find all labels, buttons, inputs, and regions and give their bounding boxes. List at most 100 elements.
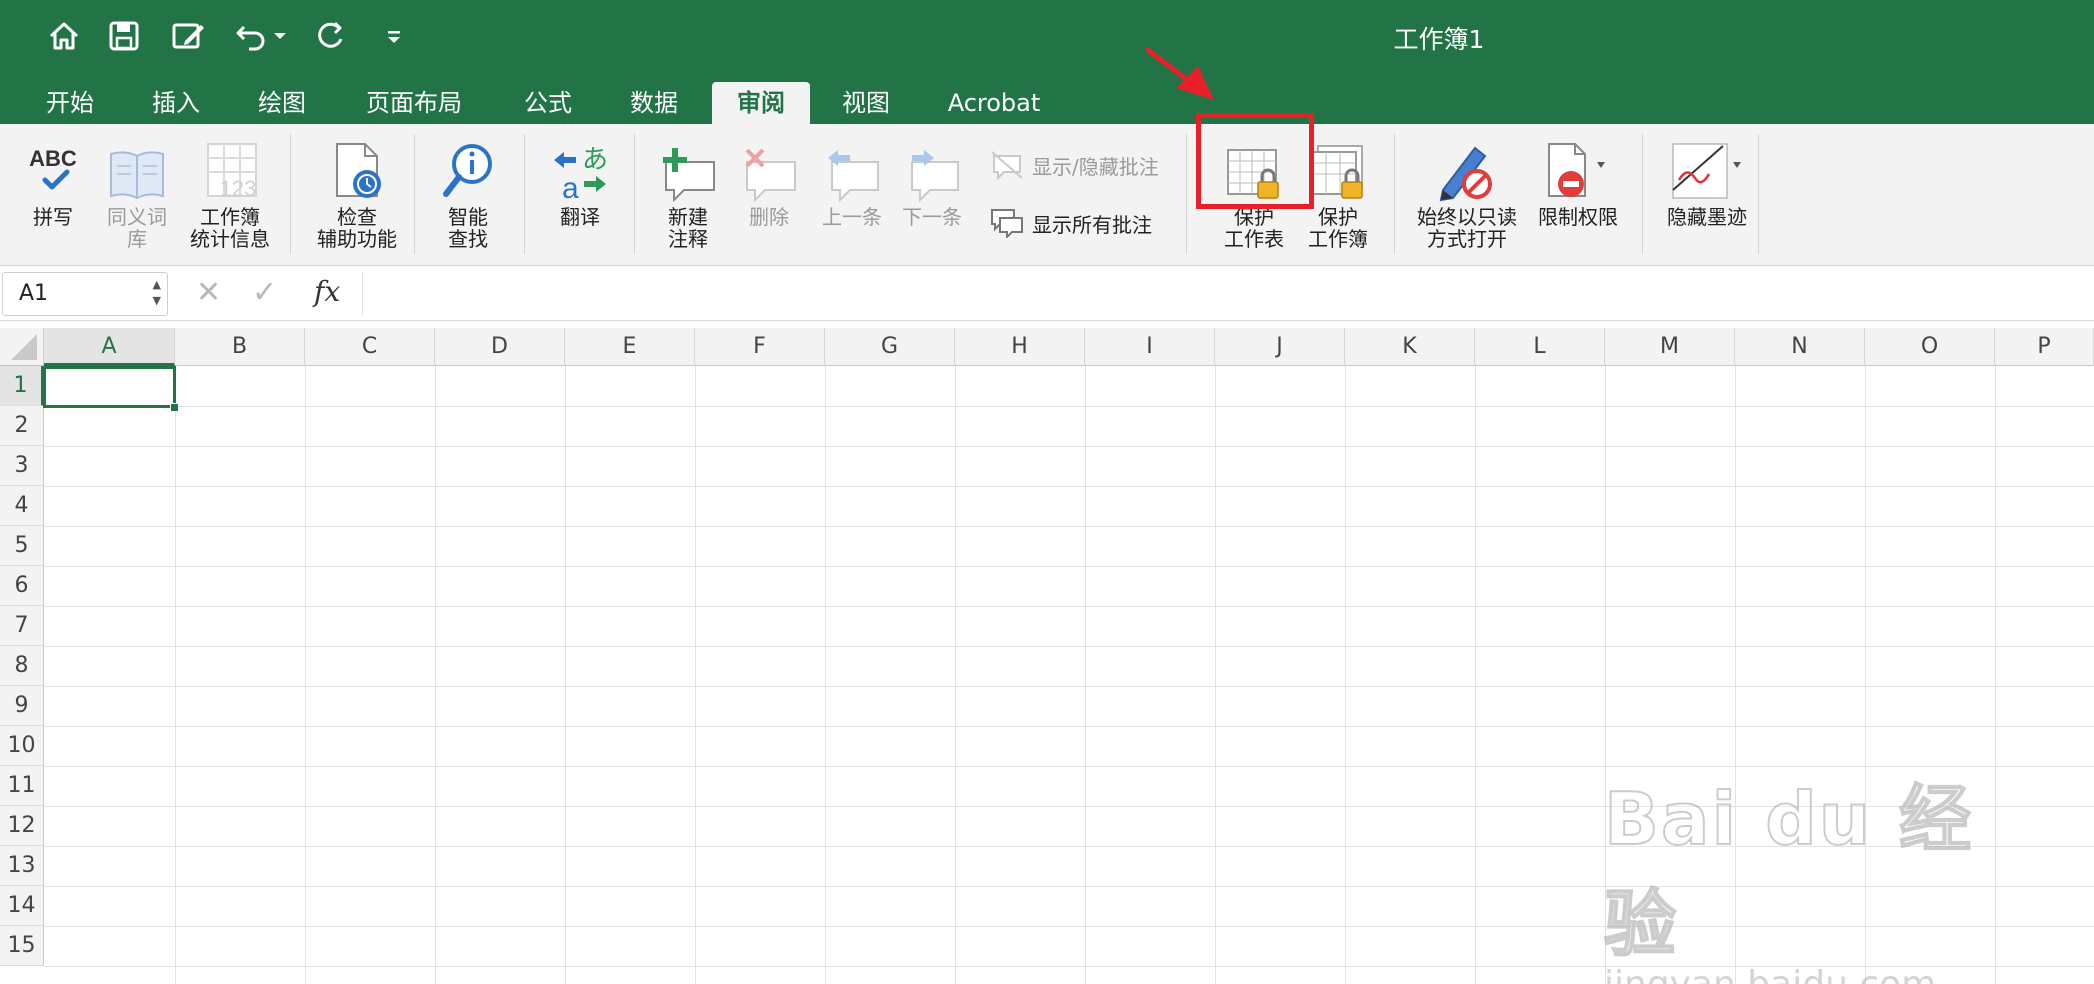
translate-icon-text-b: あ: [582, 145, 608, 175]
row-header-15[interactable]: 15: [0, 926, 44, 966]
ribbon-separator: [1186, 134, 1187, 254]
protect-sheet-label: 保护 工作表: [1224, 205, 1284, 251]
tab-review[interactable]: 审阅: [712, 82, 810, 124]
row-header-4[interactable]: 4: [0, 486, 44, 526]
confirm-formula-icon[interactable]: ✓: [252, 275, 277, 310]
column-header-b[interactable]: B: [175, 328, 305, 366]
protect-sheet-highlight-box: [1196, 113, 1314, 209]
always-open-read-only-button[interactable]: 始终以只读 方式打开: [1408, 124, 1526, 250]
gridline: [44, 486, 2094, 487]
insert-function-icon[interactable]: fx: [314, 275, 340, 308]
watermark-url-text: jingyan.baidu.com: [1604, 964, 2004, 984]
check-accessibility-label: 检查 辅助功能: [317, 205, 397, 251]
tab-page-layout[interactable]: 页面布局: [352, 82, 476, 124]
workbook-statistics-button[interactable]: 123 工作簿 统计信息: [182, 124, 278, 250]
show-all-comments-button[interactable]: 显示所有批注: [990, 208, 1152, 238]
smart-lookup-icon: [438, 124, 498, 206]
check-accessibility-button[interactable]: 检查 辅助功能: [302, 124, 412, 250]
row-header-14[interactable]: 14: [0, 886, 44, 926]
formula-bar: A1 ▲ ▼ ✕ ✓ fx: [0, 267, 2094, 321]
name-box-value: A1: [19, 281, 49, 306]
ribbon-separator: [524, 134, 525, 254]
gridline: [44, 446, 2094, 447]
ribbon-review: ABC 拼写 同义词 库 123 工作簿 统计信息 检查 辅助功能 智能 查找: [0, 124, 2094, 266]
active-cell-a1[interactable]: [43, 366, 176, 408]
row-header-10[interactable]: 10: [0, 726, 44, 766]
gridline: [44, 406, 2094, 407]
row-header-11[interactable]: 11: [0, 766, 44, 806]
next-comment-label: 下一条: [902, 205, 962, 229]
new-comment-button[interactable]: 新建 注释: [648, 124, 728, 250]
thesaurus-button[interactable]: 同义词 库: [98, 124, 176, 250]
smart-lookup-button[interactable]: 智能 查找: [428, 124, 508, 250]
next-comment-button[interactable]: 下一条: [892, 124, 972, 228]
column-header-d[interactable]: D: [435, 328, 565, 366]
thesaurus-label: 同义词 库: [107, 205, 167, 251]
select-all-corner[interactable]: [0, 328, 44, 366]
row-header-2[interactable]: 2: [0, 406, 44, 446]
column-header-j[interactable]: J: [1215, 328, 1345, 366]
column-header-i[interactable]: I: [1085, 328, 1215, 366]
tab-acrobat[interactable]: Acrobat: [932, 82, 1056, 124]
row-header-7[interactable]: 7: [0, 606, 44, 646]
show-hide-comments-button[interactable]: 显示/隐藏批注: [990, 150, 1159, 180]
document-title: 工作簿1: [0, 20, 2094, 56]
hide-ink-button[interactable]: 隐藏墨迹: [1656, 124, 1758, 228]
tab-insert[interactable]: 插入: [130, 82, 222, 124]
always-open-read-only-label: 始终以只读 方式打开: [1417, 205, 1517, 251]
column-header-l[interactable]: L: [1475, 328, 1605, 366]
tab-data[interactable]: 数据: [608, 82, 700, 124]
row-header-13[interactable]: 13: [0, 846, 44, 886]
gridline: [565, 366, 566, 984]
tab-home[interactable]: 开始: [24, 82, 116, 124]
gridline: [175, 366, 176, 984]
worksheet-grid[interactable]: A B C D E F G H I J K L M N O P 1 2 3 4 …: [0, 328, 2094, 984]
column-header-n[interactable]: N: [1735, 328, 1865, 366]
tab-formulas[interactable]: 公式: [502, 82, 594, 124]
formula-input[interactable]: [362, 273, 2082, 315]
row-header-6[interactable]: 6: [0, 566, 44, 606]
show-all-comments-label: 显示所有批注: [1032, 212, 1152, 237]
row-header-3[interactable]: 3: [0, 446, 44, 486]
fill-handle[interactable]: [170, 403, 179, 412]
previous-comment-button[interactable]: 上一条: [812, 124, 892, 228]
spelling-button[interactable]: ABC 拼写: [14, 124, 92, 228]
title-bar: 工作簿1 开始 插入 绘图 页面布局 公式 数据 审阅 视图 Acrobat: [0, 0, 2094, 124]
name-box-stepper-icon[interactable]: ▲ ▼: [153, 277, 161, 309]
gridline: [955, 366, 956, 984]
translate-button[interactable]: aあ 翻译: [540, 124, 620, 228]
column-header-p[interactable]: P: [1995, 328, 2094, 366]
tab-draw[interactable]: 绘图: [236, 82, 328, 124]
restrict-permission-icon: [1541, 124, 1615, 206]
ribbon-separator: [634, 134, 635, 254]
row-header-1[interactable]: 1: [0, 366, 44, 406]
column-header-a[interactable]: A: [44, 328, 175, 366]
row-header-9[interactable]: 9: [0, 686, 44, 726]
row-header-5[interactable]: 5: [0, 526, 44, 566]
smart-lookup-label: 智能 查找: [448, 205, 488, 251]
ribbon-tabs: 开始 插入 绘图 页面布局 公式 数据 审阅 视图 Acrobat: [0, 82, 2094, 124]
select-all-triangle-icon: [11, 334, 37, 360]
row-header-8[interactable]: 8: [0, 646, 44, 686]
hide-ink-icon: [1665, 124, 1749, 206]
column-header-f[interactable]: F: [695, 328, 825, 366]
spelling-label: 拼写: [33, 205, 73, 229]
column-header-c[interactable]: C: [305, 328, 435, 366]
gridline: [44, 726, 2094, 727]
cancel-formula-icon[interactable]: ✕: [196, 275, 221, 310]
gridline: [44, 566, 2094, 567]
gridline: [44, 646, 2094, 647]
name-box[interactable]: A1 ▲ ▼: [2, 272, 168, 316]
restrict-permission-button[interactable]: 限制权限: [1530, 124, 1626, 228]
column-header-h[interactable]: H: [955, 328, 1085, 366]
row-header-12[interactable]: 12: [0, 806, 44, 846]
tab-view[interactable]: 视图: [820, 82, 912, 124]
column-header-k[interactable]: K: [1345, 328, 1475, 366]
watermark-main-text: Bai du 经验: [1603, 776, 1974, 967]
column-header-o[interactable]: O: [1865, 328, 1995, 366]
gridline: [44, 686, 2094, 687]
column-header-m[interactable]: M: [1605, 328, 1735, 366]
column-header-e[interactable]: E: [565, 328, 695, 366]
delete-comment-button[interactable]: 删除: [730, 124, 808, 228]
column-header-g[interactable]: G: [825, 328, 955, 366]
